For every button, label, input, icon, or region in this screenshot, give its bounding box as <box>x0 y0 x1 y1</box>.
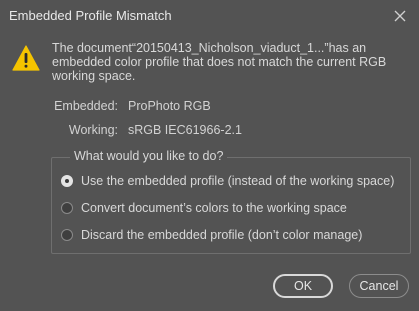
window-title: Embedded Profile Mismatch <box>9 8 172 23</box>
working-value: sRGB IEC61966-2.1 <box>128 123 242 137</box>
mismatch-message: The document“20150413_Nicholson_viaduct_… <box>52 41 387 83</box>
cancel-button[interactable]: Cancel <box>349 274 409 298</box>
embedded-profile-mismatch-dialog: Embedded Profile Mismatch The document“2… <box>0 0 419 311</box>
option-convert-colors[interactable]: Convert document’s colors to the working… <box>61 201 347 215</box>
working-profile-row: Working: sRGB IEC61966-2.1 <box>54 123 242 137</box>
option-label: Discard the embedded profile (don’t colo… <box>81 228 363 242</box>
radio-use-embedded[interactable] <box>61 175 73 187</box>
option-label: Convert document’s colors to the working… <box>81 201 347 215</box>
close-button[interactable] <box>389 5 411 27</box>
warning-triangle-icon <box>12 45 40 71</box>
close-icon <box>394 10 406 22</box>
embedded-label: Embedded: <box>54 99 118 113</box>
radio-convert-colors[interactable] <box>61 202 73 214</box>
options-legend: What would you like to do? <box>70 149 228 163</box>
option-label: Use the embedded profile (instead of the… <box>81 174 395 188</box>
working-label: Working: <box>68 123 118 137</box>
embedded-value: ProPhoto RGB <box>128 99 211 113</box>
embedded-profile-row: Embedded: ProPhoto RGB <box>54 99 211 113</box>
option-use-embedded[interactable]: Use the embedded profile (instead of the… <box>61 174 394 188</box>
title-bar: Embedded Profile Mismatch <box>0 0 419 32</box>
radio-discard-profile[interactable] <box>61 229 73 241</box>
ok-button[interactable]: OK <box>273 274 333 298</box>
option-discard-profile[interactable]: Discard the embedded profile (don’t colo… <box>61 228 362 242</box>
